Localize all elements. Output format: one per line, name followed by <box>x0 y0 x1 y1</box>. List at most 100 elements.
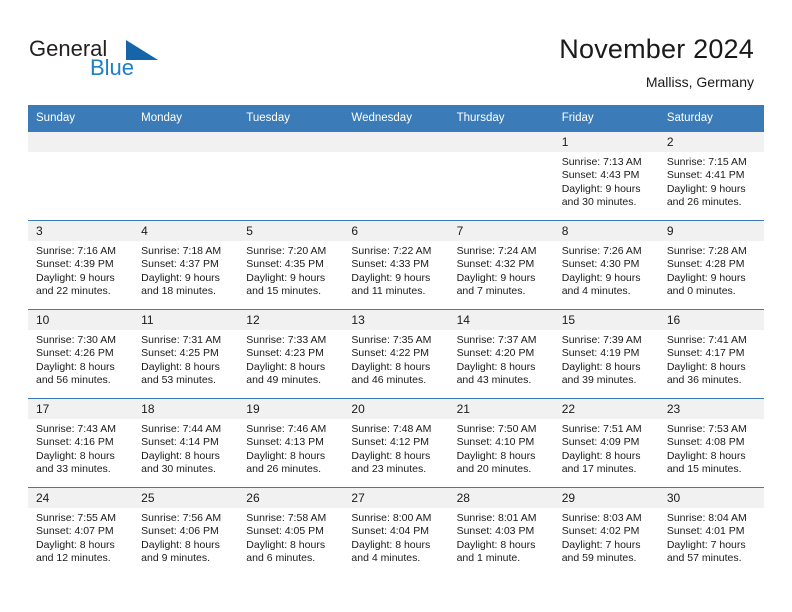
calendar-day-cell[interactable]: 27 Sunrise: 8:00 AM Sunset: 4:04 PM Dayligh… <box>343 487 449 576</box>
day-sunset-text: Sunset: 4:14 PM <box>141 436 219 449</box>
calendar-day-cell[interactable]: 24 Sunrise: 7:55 AM Sunset: 4:07 PM Dayligh… <box>28 487 134 576</box>
day-details: Sunrise: 8:01 AM Sunset: 4:03 PM Daylight:… <box>449 508 554 566</box>
day-sunset-text: Sunset: 4:33 PM <box>351 258 430 271</box>
day-daylight2-text: and 6 minutes. <box>246 552 316 565</box>
calendar-day-cell[interactable]: 16 Sunrise: 7:41 AM Sunset: 4:17 PM Dayligh… <box>658 309 764 399</box>
day-cell-inner: 4 Sunrise: 7:18 AM Sunset: 4:37 PM Daylight… <box>133 221 239 309</box>
day-sunrise-text: Sunrise: 7:16 AM <box>36 245 116 257</box>
day-cell-inner: 3 Sunrise: 7:16 AM Sunset: 4:39 PM Daylight… <box>28 221 134 309</box>
day-daylight2-text: and 39 minutes. <box>561 374 637 387</box>
day-number <box>133 132 239 152</box>
calendar-table: Sunday Monday Tuesday Wednesday Thursday… <box>28 105 764 576</box>
day-sunrise-text: Sunrise: 7:15 AM <box>666 156 747 168</box>
day-sunrise-text: Sunrise: 8:00 AM <box>351 512 432 524</box>
calendar-day-cell[interactable]: 6 Sunrise: 7:22 AM Sunset: 4:33 PM Daylight… <box>343 220 449 310</box>
day-details: Sunrise: 7:35 AM Sunset: 4:22 PM Daylight:… <box>343 330 448 388</box>
day-number: 24 <box>28 488 134 508</box>
day-details: Sunrise: 7:46 AM Sunset: 4:13 PM Daylight:… <box>238 419 343 477</box>
day-sunrise-text: Sunrise: 7:18 AM <box>141 245 222 257</box>
calendar-day-cell[interactable]: 21 Sunrise: 7:50 AM Sunset: 4:10 PM Dayligh… <box>448 398 554 488</box>
calendar-day-cell[interactable]: 4 Sunrise: 7:18 AM Sunset: 4:37 PM Daylight… <box>133 220 239 310</box>
day-daylight1-text: Daylight: 8 hours <box>36 449 115 462</box>
day-daylight1-text: Daylight: 8 hours <box>666 360 746 373</box>
calendar-day-cell[interactable]: 5 Sunrise: 7:20 AM Sunset: 4:35 PM Daylight… <box>238 220 344 310</box>
calendar-day-cell[interactable]: 18 Sunrise: 7:44 AM Sunset: 4:14 PM Dayligh… <box>133 398 239 488</box>
calendar-day-cell[interactable]: 8 Sunrise: 7:26 AM Sunset: 4:30 PM Daylight… <box>553 220 659 310</box>
day-details <box>28 152 133 156</box>
calendar-day-cell[interactable]: 1 Sunrise: 7:13 AM Sunset: 4:43 PM Daylight… <box>553 131 659 221</box>
day-sunset-text: Sunset: 4:02 PM <box>561 525 640 538</box>
day-details: Sunrise: 7:24 AM Sunset: 4:32 PM Daylight:… <box>449 241 554 299</box>
day-daylight2-text: and 26 minutes. <box>246 463 321 476</box>
calendar-day-cell[interactable]: 20 Sunrise: 7:48 AM Sunset: 4:12 PM Dayligh… <box>343 398 449 488</box>
calendar-day-cell[interactable]: 30 Sunrise: 8:04 AM Sunset: 4:01 PM Dayligh… <box>658 487 764 576</box>
day-cell-inner: 16 Sunrise: 7:41 AM Sunset: 4:17 PM Dayligh… <box>658 310 764 398</box>
calendar-day-cell[interactable]: 29 Sunrise: 8:03 AM Sunset: 4:02 PM Dayligh… <box>553 487 659 576</box>
day-sunset-text: Sunset: 4:08 PM <box>666 436 745 449</box>
day-sunrise-text: Sunrise: 7:37 AM <box>456 334 537 346</box>
day-sunrise-text: Sunrise: 7:13 AM <box>561 156 642 168</box>
calendar-day-cell[interactable]: 2 Sunrise: 7:15 AM Sunset: 4:41 PM Daylight… <box>658 131 764 221</box>
day-number: 22 <box>553 399 659 419</box>
calendar-day-cell[interactable]: 17 Sunrise: 7:43 AM Sunset: 4:16 PM Dayligh… <box>28 398 134 488</box>
day-cell-inner: 30 Sunrise: 8:04 AM Sunset: 4:01 PM Dayligh… <box>658 488 764 576</box>
day-sunrise-text: Sunrise: 7:39 AM <box>561 334 642 346</box>
calendar-day-cell[interactable]: 28 Sunrise: 8:01 AM Sunset: 4:03 PM Dayligh… <box>448 487 554 576</box>
day-daylight2-text: and 59 minutes. <box>561 552 637 565</box>
day-number <box>343 132 449 152</box>
day-daylight2-text: and 7 minutes. <box>456 285 526 298</box>
day-number: 15 <box>553 310 659 330</box>
day-daylight2-text: and 18 minutes. <box>141 285 216 298</box>
day-cell-inner <box>133 132 239 220</box>
day-number <box>28 132 134 152</box>
day-number: 5 <box>238 221 344 241</box>
day-number: 19 <box>238 399 344 419</box>
calendar-week-row: 1 Sunrise: 7:13 AM Sunset: 4:43 PM Daylight… <box>28 131 764 221</box>
weekday-header-sunday: Sunday <box>28 105 134 132</box>
weekday-header-friday: Friday <box>553 105 659 132</box>
calendar-day-cell-empty <box>133 131 239 221</box>
day-number: 2 <box>658 132 764 152</box>
calendar-day-cell[interactable]: 11 Sunrise: 7:31 AM Sunset: 4:25 PM Dayligh… <box>133 309 239 399</box>
calendar-day-cell[interactable]: 19 Sunrise: 7:46 AM Sunset: 4:13 PM Dayligh… <box>238 398 344 488</box>
day-cell-inner: 15 Sunrise: 7:39 AM Sunset: 4:19 PM Dayligh… <box>553 310 659 398</box>
day-daylight1-text: Daylight: 8 hours <box>246 449 326 462</box>
day-details: Sunrise: 7:22 AM Sunset: 4:33 PM Daylight:… <box>343 241 448 299</box>
day-sunset-text: Sunset: 4:03 PM <box>456 525 535 538</box>
calendar-day-cell[interactable]: 12 Sunrise: 7:33 AM Sunset: 4:23 PM Dayligh… <box>238 309 344 399</box>
calendar-day-cell[interactable]: 15 Sunrise: 7:39 AM Sunset: 4:19 PM Dayligh… <box>553 309 659 399</box>
day-daylight1-text: Daylight: 9 hours <box>561 271 641 284</box>
calendar-day-cell[interactable]: 10 Sunrise: 7:30 AM Sunset: 4:26 PM Dayligh… <box>28 309 134 399</box>
day-daylight1-text: Daylight: 9 hours <box>456 271 536 284</box>
calendar-day-cell-empty <box>343 131 449 221</box>
calendar-day-cell[interactable]: 25 Sunrise: 7:56 AM Sunset: 4:06 PM Dayligh… <box>133 487 239 576</box>
day-cell-inner: 19 Sunrise: 7:46 AM Sunset: 4:13 PM Dayligh… <box>238 399 344 487</box>
day-daylight1-text: Daylight: 8 hours <box>456 449 536 462</box>
calendar-day-cell[interactable]: 23 Sunrise: 7:53 AM Sunset: 4:08 PM Dayligh… <box>658 398 764 488</box>
generalblue-logo[interactable]: General Blue <box>29 36 209 84</box>
day-sunrise-text: Sunrise: 8:01 AM <box>456 512 537 524</box>
day-number: 3 <box>28 221 134 241</box>
day-details: Sunrise: 8:00 AM Sunset: 4:04 PM Daylight:… <box>343 508 448 566</box>
day-sunset-text: Sunset: 4:22 PM <box>351 347 430 360</box>
day-daylight1-text: Daylight: 9 hours <box>246 271 326 284</box>
calendar-day-cell[interactable]: 13 Sunrise: 7:35 AM Sunset: 4:22 PM Dayligh… <box>343 309 449 399</box>
day-cell-inner: 14 Sunrise: 7:37 AM Sunset: 4:20 PM Dayligh… <box>448 310 554 398</box>
day-cell-inner: 1 Sunrise: 7:13 AM Sunset: 4:43 PM Daylight… <box>553 132 659 220</box>
day-cell-inner: 24 Sunrise: 7:55 AM Sunset: 4:07 PM Dayligh… <box>28 488 134 576</box>
calendar-day-cell[interactable]: 7 Sunrise: 7:24 AM Sunset: 4:32 PM Daylight… <box>448 220 554 310</box>
day-sunrise-text: Sunrise: 7:43 AM <box>36 423 116 435</box>
calendar-day-cell[interactable]: 14 Sunrise: 7:37 AM Sunset: 4:20 PM Dayligh… <box>448 309 554 399</box>
day-number <box>448 132 554 152</box>
day-daylight2-text: and 49 minutes. <box>246 374 321 387</box>
calendar-day-cell[interactable]: 22 Sunrise: 7:51 AM Sunset: 4:09 PM Dayligh… <box>553 398 659 488</box>
day-daylight2-text: and 56 minutes. <box>36 374 111 387</box>
day-number: 12 <box>238 310 344 330</box>
day-details: Sunrise: 7:30 AM Sunset: 4:26 PM Daylight:… <box>28 330 133 388</box>
day-cell-inner: 12 Sunrise: 7:33 AM Sunset: 4:23 PM Dayligh… <box>238 310 344 398</box>
weekday-header-saturday: Saturday <box>658 105 764 132</box>
calendar-day-cell[interactable]: 26 Sunrise: 7:58 AM Sunset: 4:05 PM Dayligh… <box>238 487 344 576</box>
calendar-day-cell[interactable]: 9 Sunrise: 7:28 AM Sunset: 4:28 PM Daylight… <box>658 220 764 310</box>
calendar-day-cell[interactable]: 3 Sunrise: 7:16 AM Sunset: 4:39 PM Daylight… <box>28 220 134 310</box>
day-cell-inner: 27 Sunrise: 8:00 AM Sunset: 4:04 PM Dayligh… <box>343 488 449 576</box>
